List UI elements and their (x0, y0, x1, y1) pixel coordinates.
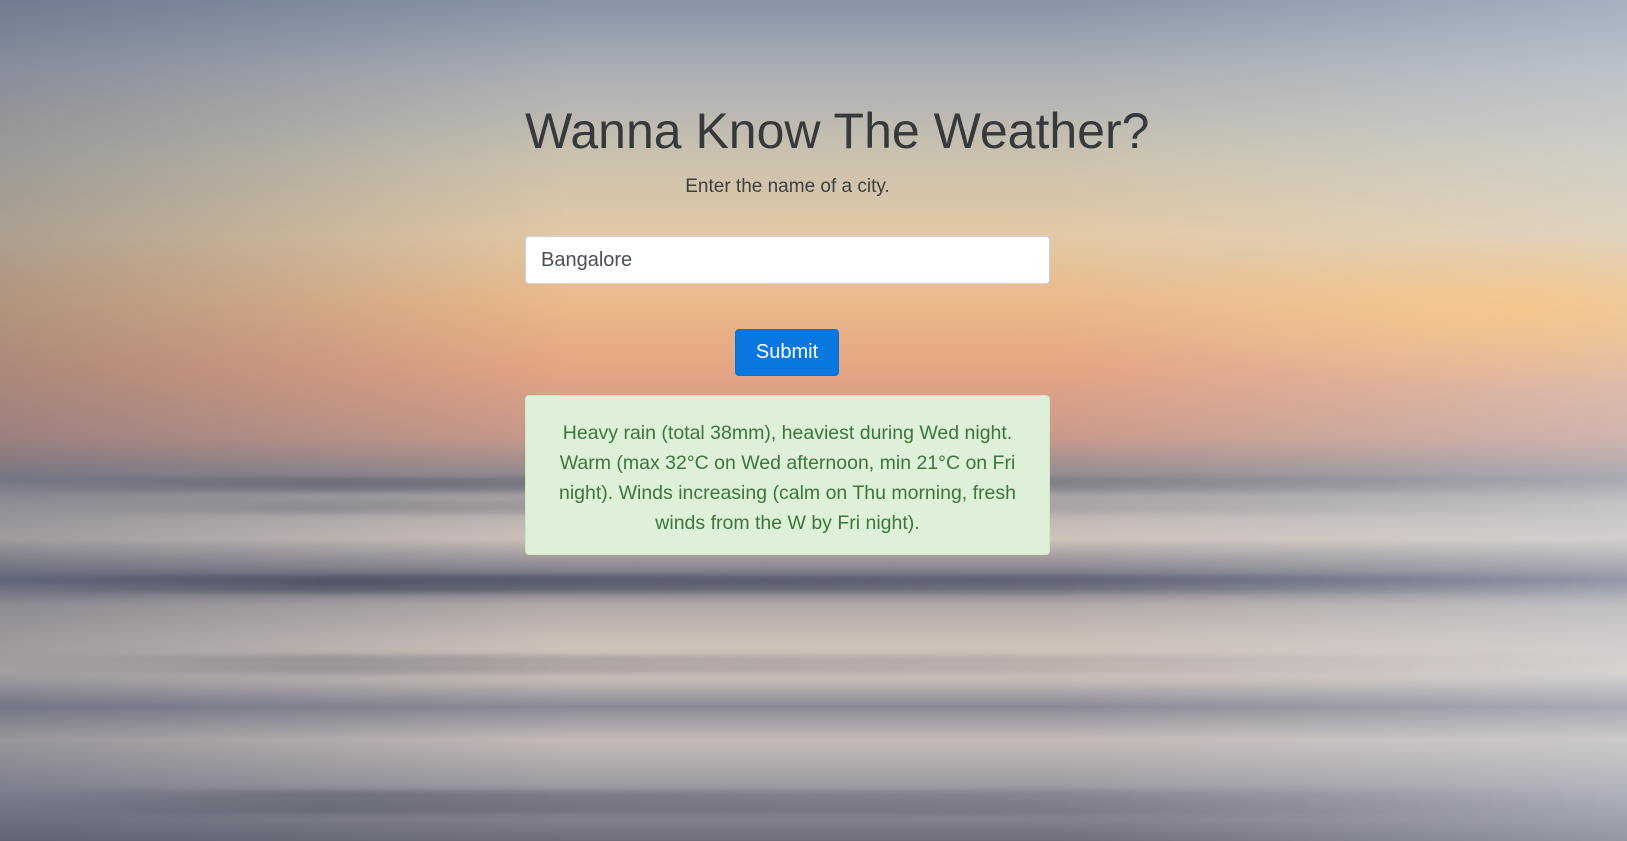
city-input[interactable] (525, 236, 1050, 284)
sunset-glow (1127, 230, 1627, 390)
wave-streak (0, 655, 1627, 675)
page-title: Wanna Know The Weather? (525, 103, 1150, 159)
wave-streak (0, 575, 1627, 593)
wave-streak (0, 790, 1627, 814)
submit-button[interactable]: Submit (735, 329, 839, 376)
page-subtitle: Enter the name of a city. (685, 176, 890, 197)
weather-result-alert: Heavy rain (total 38mm), heaviest during… (525, 395, 1050, 555)
